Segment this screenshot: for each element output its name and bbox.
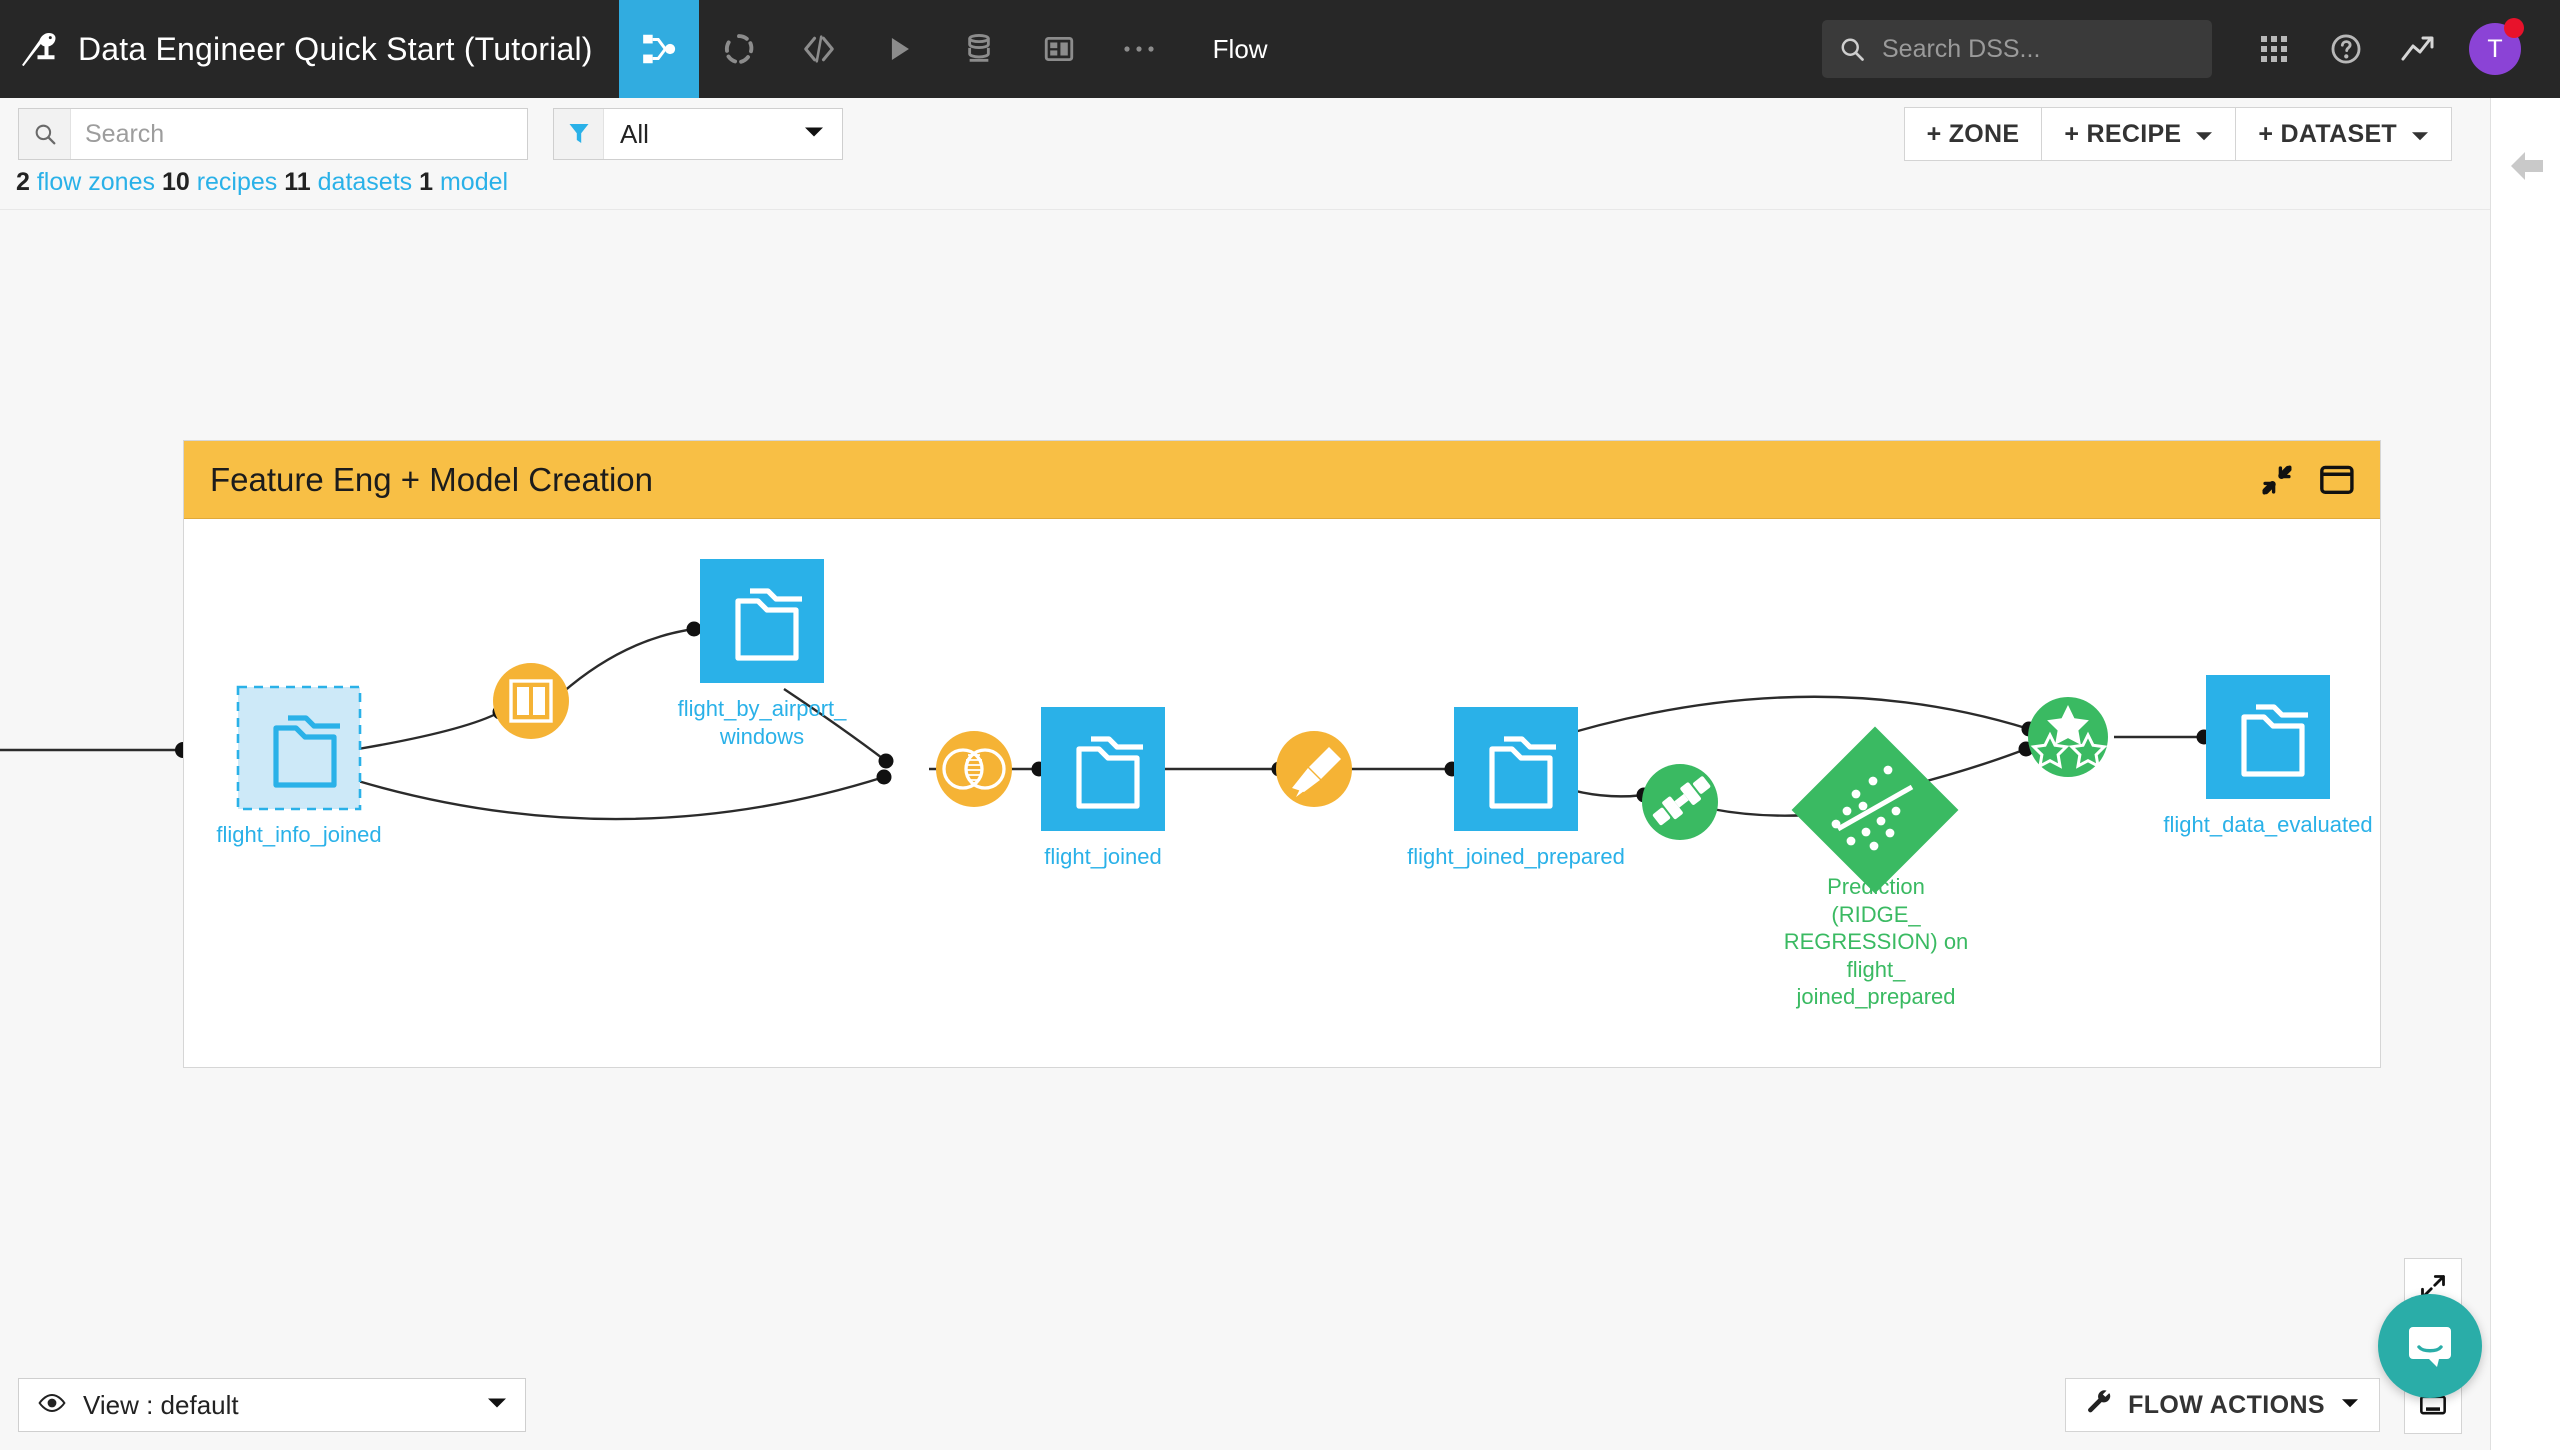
- database-stack-icon: [967, 33, 990, 62]
- flow-canvas[interactable]: Feature Eng + Model Creation flight_info…: [0, 211, 2490, 1450]
- code-brackets-icon: [803, 35, 834, 63]
- zone-title: Feature Eng + Model Creation: [210, 460, 654, 498]
- zone-header: Feature Eng + Model Creation: [184, 441, 2380, 519]
- flow-icon: [642, 34, 675, 64]
- dss-search-input[interactable]: Search DSS...: [1822, 20, 2212, 78]
- node-flight-info-joined[interactable]: [236, 685, 362, 811]
- flow-graph-nodes: [236, 559, 2330, 894]
- dashboard-layout-icon: [1044, 36, 1073, 62]
- intercom-chat-icon: [2409, 1327, 2451, 1367]
- flow-zone-feature-eng[interactable]: Feature Eng + Model Creation flight_info…: [183, 440, 2381, 1068]
- chevron-down-icon: [2341, 1396, 2359, 1414]
- dss-search-placeholder: Search DSS...: [1882, 34, 2041, 63]
- tab-dashboards[interactable]: [1019, 0, 1099, 98]
- stat-count-1: 10: [161, 168, 190, 196]
- stat-label-0[interactable]: flow zones: [37, 168, 155, 196]
- node-flight-joined[interactable]: [1041, 707, 1165, 831]
- node-flight-joined-prepared[interactable]: [1454, 707, 1578, 831]
- apps-grid-icon[interactable]: [2243, 18, 2305, 80]
- right-panel-toggle[interactable]: [2490, 98, 2560, 1450]
- search-icon: [1841, 38, 1864, 61]
- window-icon[interactable]: [2320, 465, 2354, 495]
- collapse-arrows-icon[interactable]: [2260, 463, 2294, 497]
- tab-flow[interactable]: [618, 0, 699, 98]
- project-title: Data Engineer Quick Start (Tutorial): [78, 30, 593, 67]
- arrow-left-icon: [2510, 152, 2543, 180]
- node-flight-by-airport-windows[interactable]: [700, 559, 824, 683]
- add-recipe-label: + RECIPE: [2064, 119, 2182, 148]
- dataiku-bird-logo[interactable]: [0, 0, 78, 98]
- node-evaluate-recipe[interactable]: [2028, 697, 2108, 777]
- add-dataset-button[interactable]: + DATASET: [2235, 107, 2452, 161]
- chevron-down-icon: [487, 1396, 507, 1414]
- add-recipe-button[interactable]: + RECIPE: [2041, 107, 2237, 161]
- node-flight-data-evaluated[interactable]: [2206, 675, 2330, 799]
- search-icon: [19, 109, 71, 159]
- stat-count-3: 1: [419, 168, 434, 196]
- add-dataset-label: + DATASET: [2258, 119, 2397, 148]
- dataiku-flow-page: Data Engineer Quick Start (Tutorial) Flo…: [0, 0, 2560, 1450]
- project-nav-tabs: [618, 0, 1179, 98]
- flow-filter-select[interactable]: All: [553, 108, 843, 160]
- flow-filter-value: All: [620, 118, 649, 149]
- chevron-down-icon: [2411, 120, 2429, 149]
- node-saved-model[interactable]: [1791, 726, 1959, 894]
- node-train-recipe[interactable]: [1642, 764, 1718, 840]
- add-zone-label: + ZONE: [1926, 119, 2020, 148]
- filter-funnel-icon: [554, 109, 604, 159]
- tab-jobs[interactable]: [859, 0, 939, 98]
- flow-stats: 2 flow zones 10 recipes 11 datasets 1 mo…: [16, 168, 508, 197]
- flow-search-input[interactable]: Search: [18, 108, 528, 160]
- node-join-recipe[interactable]: [936, 731, 1012, 807]
- current-section-label: Flow: [1212, 33, 1268, 64]
- tab-lab[interactable]: [699, 0, 779, 98]
- play-triangle-icon: [891, 37, 909, 61]
- zone-actions: [2260, 463, 2354, 497]
- stat-label-2[interactable]: datasets: [318, 168, 413, 196]
- tab-datasets[interactable]: [939, 0, 1019, 98]
- flow-create-buttons: + ZONE + RECIPE + DATASET: [1903, 107, 2452, 161]
- eye-icon: [37, 1393, 67, 1418]
- stat-label-3[interactable]: model: [440, 168, 508, 196]
- notification-badge: [2504, 18, 2524, 38]
- chevron-down-icon: [2195, 120, 2213, 149]
- node-window-recipe[interactable]: [493, 663, 569, 739]
- help-question-icon[interactable]: [2315, 18, 2377, 80]
- stat-count-2: 11: [284, 168, 311, 196]
- top-navigation-bar: Data Engineer Quick Start (Tutorial) Flo…: [0, 0, 2560, 98]
- lab-circle-icon: [724, 34, 753, 64]
- tab-code[interactable]: [779, 0, 859, 98]
- tab-more[interactable]: [1099, 0, 1179, 98]
- stat-count-0: 2: [16, 168, 30, 196]
- flow-actions-button[interactable]: FLOW ACTIONS: [2065, 1378, 2380, 1432]
- topbar-right-group: Search DSS... T: [1822, 0, 2560, 98]
- ellipsis-icon: [1124, 46, 1154, 52]
- zone-graph[interactable]: flight_info_joined flight_by_airport_ wi…: [184, 519, 2380, 1067]
- node-prepare-recipe[interactable]: [1276, 731, 1352, 807]
- wrench-icon: [2086, 1389, 2114, 1422]
- view-select[interactable]: View : default: [18, 1378, 526, 1432]
- avatar[interactable]: T: [2464, 18, 2526, 80]
- flow-actions-label: FLOW ACTIONS: [2128, 1390, 2325, 1419]
- view-select-label: View : default: [83, 1389, 239, 1420]
- stat-label-1[interactable]: recipes: [197, 168, 278, 196]
- intercom-chat-button[interactable]: [2378, 1294, 2482, 1398]
- flow-search-placeholder: Search: [85, 119, 165, 148]
- trending-up-icon[interactable]: [2387, 18, 2449, 80]
- chevron-down-icon: [804, 125, 824, 143]
- add-zone-button[interactable]: + ZONE: [1903, 107, 2043, 161]
